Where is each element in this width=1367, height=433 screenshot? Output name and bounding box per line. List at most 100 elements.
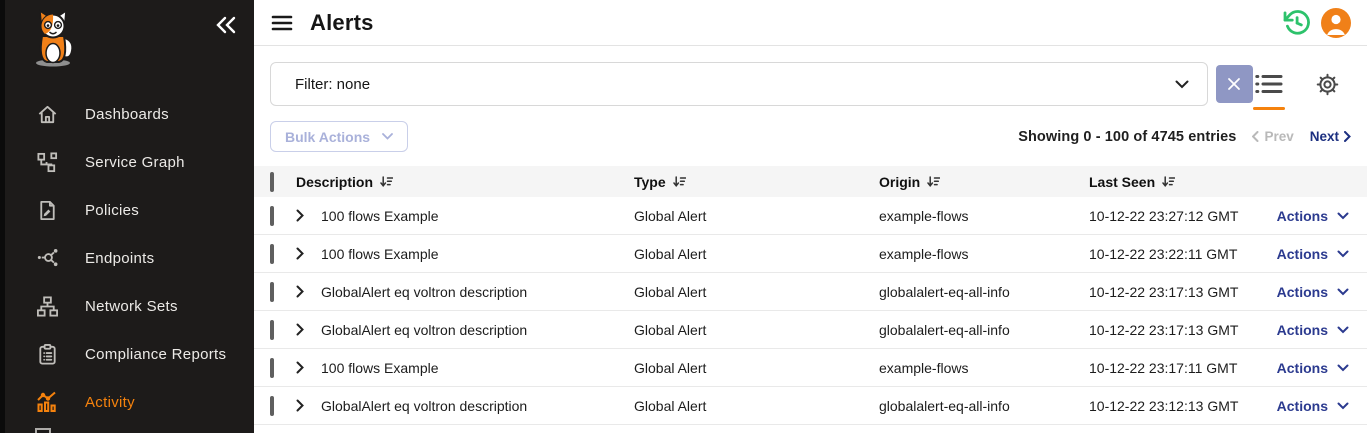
activity-icon	[35, 390, 59, 414]
alert-last-seen: 10-12-22 23:27:12 GMT	[1089, 208, 1270, 224]
row-actions-button[interactable]: Actions	[1270, 398, 1367, 414]
table-header-row: Description Type Origin Last Seen	[254, 166, 1367, 197]
page-title: Alerts	[310, 10, 374, 36]
select-all-checkbox[interactable]	[270, 172, 274, 192]
expand-row-icon[interactable]	[296, 247, 304, 260]
sidebar-item-dashboards[interactable]: Dashboards	[5, 90, 254, 138]
sidebar-item-label: Policies	[85, 202, 139, 219]
alerts-table: Description Type Origin Last Seen 100 fl…	[254, 166, 1367, 425]
table-row: 100 flows Example Global Alert example-f…	[254, 349, 1367, 387]
alert-origin: example-flows	[879, 360, 1089, 376]
sidebar-item-label: Network Sets	[85, 298, 178, 315]
alert-origin: globalalert-eq-all-info	[879, 398, 1089, 414]
list-view-icon	[1255, 73, 1283, 95]
sidebar-item-network-sets[interactable]: Network Sets	[5, 282, 254, 330]
expand-row-icon[interactable]	[296, 323, 304, 336]
column-header-description[interactable]: Description	[296, 174, 373, 190]
sidebar-item-compliance-reports[interactable]: Compliance Reports	[5, 330, 254, 378]
sort-icon[interactable]	[927, 175, 940, 188]
expand-row-icon[interactable]	[296, 209, 304, 222]
sidebar: Dashboards Service Graph Policies	[5, 0, 254, 433]
endpoints-icon	[35, 246, 59, 270]
alert-last-seen: 10-12-22 23:12:13 GMT	[1089, 398, 1270, 414]
alert-last-seen: 10-12-22 23:22:11 GMT	[1089, 246, 1270, 262]
bulk-actions-button[interactable]: Bulk Actions	[270, 121, 408, 152]
alert-description: GlobalAlert eq voltron description	[321, 398, 527, 414]
filter-bar: Filter: none	[254, 46, 1367, 106]
column-header-origin[interactable]: Origin	[879, 174, 920, 190]
table-row: GlobalAlert eq voltron description Globa…	[254, 311, 1367, 349]
home-icon	[35, 102, 59, 126]
table-settings-button[interactable]	[1311, 69, 1343, 99]
next-page-button[interactable]: Next	[1310, 129, 1351, 144]
row-checkbox[interactable]	[270, 320, 274, 340]
sidebar-item-label: Dashboards	[85, 106, 169, 123]
user-avatar[interactable]	[1321, 8, 1351, 38]
sort-icon[interactable]	[1162, 175, 1175, 188]
row-checkbox[interactable]	[270, 244, 274, 264]
top-bar: Alerts	[254, 0, 1367, 46]
alert-type: Global Alert	[634, 360, 879, 376]
row-actions-button[interactable]: Actions	[1270, 246, 1367, 262]
bulk-actions-label: Bulk Actions	[285, 129, 370, 145]
sidebar-item-label: Endpoints	[85, 250, 154, 267]
expand-row-icon[interactable]	[296, 399, 304, 412]
service-graph-icon	[35, 150, 59, 174]
row-checkbox[interactable]	[270, 282, 274, 302]
close-icon	[1227, 77, 1241, 91]
sidebar-nav: Dashboards Service Graph Policies	[5, 90, 254, 426]
menu-hamburger-icon[interactable]	[270, 11, 294, 35]
row-actions-button[interactable]: Actions	[1270, 360, 1367, 376]
history-icon[interactable]	[1282, 8, 1311, 37]
pagination: Showing 0 - 100 of 4745 entries Prev Nex…	[1018, 129, 1351, 145]
sidebar-collapse-icon[interactable]	[216, 16, 236, 34]
alert-origin: example-flows	[879, 246, 1089, 262]
main-content: Alerts Filter: none	[254, 0, 1367, 433]
table-row: GlobalAlert eq voltron description Globa…	[254, 273, 1367, 311]
row-checkbox[interactable]	[270, 396, 274, 416]
sort-icon[interactable]	[673, 175, 686, 188]
alert-description: 100 flows Example	[321, 208, 439, 224]
alert-description: 100 flows Example	[321, 246, 439, 262]
sidebar-item-clipped	[35, 428, 51, 433]
gear-icon	[1315, 72, 1340, 97]
sidebar-item-service-graph[interactable]: Service Graph	[5, 138, 254, 186]
table-row: GlobalAlert eq voltron description Globa…	[254, 387, 1367, 425]
alert-last-seen: 10-12-22 23:17:11 GMT	[1089, 360, 1270, 376]
clear-filter-button[interactable]	[1216, 65, 1253, 103]
sidebar-item-policies[interactable]: Policies	[5, 186, 254, 234]
table-row: 100 flows Example Global Alert example-f…	[254, 197, 1367, 235]
alert-type: Global Alert	[634, 398, 879, 414]
active-view-indicator	[1253, 107, 1285, 110]
sidebar-item-endpoints[interactable]: Endpoints	[5, 234, 254, 282]
filter-select[interactable]: Filter: none	[270, 62, 1208, 106]
column-header-type[interactable]: Type	[634, 174, 666, 190]
row-actions-button[interactable]: Actions	[1270, 208, 1367, 224]
row-checkbox[interactable]	[270, 206, 274, 226]
sidebar-item-label: Compliance Reports	[85, 346, 226, 363]
sidebar-item-activity[interactable]: Activity	[5, 378, 254, 426]
list-view-toggle[interactable]	[1253, 69, 1285, 99]
alert-origin: globalalert-eq-all-info	[879, 284, 1089, 300]
alert-description: GlobalAlert eq voltron description	[321, 322, 527, 338]
alert-type: Global Alert	[634, 208, 879, 224]
row-actions-button[interactable]: Actions	[1270, 284, 1367, 300]
network-sets-icon	[35, 294, 59, 318]
row-actions-button[interactable]: Actions	[1270, 322, 1367, 338]
alert-last-seen: 10-12-22 23:17:13 GMT	[1089, 284, 1270, 300]
compliance-reports-icon	[35, 342, 59, 366]
expand-row-icon[interactable]	[296, 361, 304, 374]
sort-icon[interactable]	[380, 175, 393, 188]
column-header-last-seen[interactable]: Last Seen	[1089, 174, 1155, 190]
sidebar-item-label: Activity	[85, 394, 135, 411]
row-checkbox[interactable]	[270, 358, 274, 378]
chevron-down-icon	[1175, 80, 1189, 89]
policies-icon	[35, 198, 59, 222]
alert-origin: globalalert-eq-all-info	[879, 322, 1089, 338]
prev-page-button[interactable]: Prev	[1252, 129, 1293, 144]
alert-type: Global Alert	[634, 322, 879, 338]
showing-entries-text: Showing 0 - 100 of 4745 entries	[1018, 129, 1236, 145]
expand-row-icon[interactable]	[296, 285, 304, 298]
alert-description: GlobalAlert eq voltron description	[321, 284, 527, 300]
sidebar-item-label: Service Graph	[85, 154, 185, 171]
